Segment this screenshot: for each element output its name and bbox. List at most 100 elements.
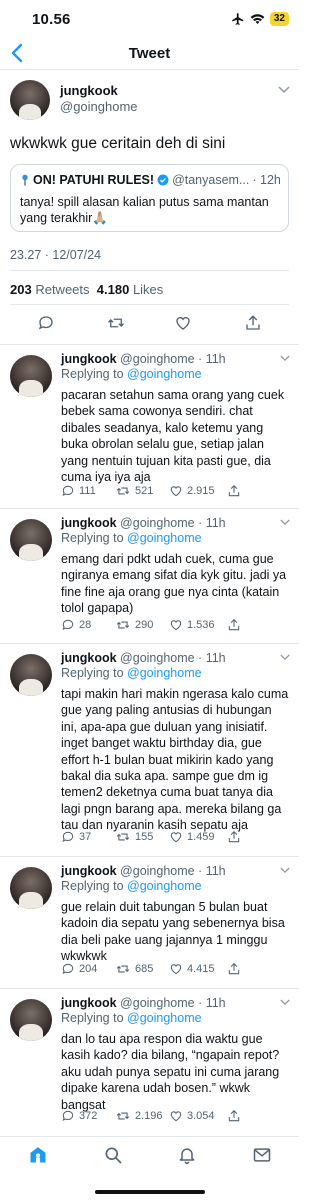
reply-icon[interactable] [61,618,75,632]
retweet-icon[interactable] [115,962,131,976]
reply-actions: 37 155 1.459 [61,830,291,846]
bottom-tab-bar [0,1136,299,1200]
share-icon[interactable] [227,1109,241,1123]
reply-icon[interactable] [61,830,75,844]
chevron-down-icon[interactable] [280,867,290,874]
reply-tweet[interactable]: jungkook @goinghome · 11h Replying to @g… [0,509,299,644]
reply-count: 111 [79,485,96,497]
like-count: 1.536 [187,619,215,631]
chevron-down-icon[interactable] [280,999,290,1006]
retweet-icon[interactable] [115,1109,131,1123]
reply-icon[interactable] [61,1109,75,1123]
avatar[interactable] [10,519,52,561]
reply-author-name: jungkook [61,651,117,665]
main-tweet-author[interactable]: jungkook @goinghome [10,80,290,124]
reply-author-handle: @goinghome · 11h [120,996,226,1010]
like-icon[interactable] [169,962,183,976]
home-indicator [95,1190,205,1194]
retweet-count: 521 [135,485,154,497]
chevron-down-icon[interactable] [278,86,290,94]
avatar[interactable] [10,999,52,1041]
replying-to-label: Replying to [61,1011,124,1025]
retweets-count: 203 [10,282,32,297]
avatar[interactable] [10,654,52,696]
reply-count: 372 [79,1110,98,1122]
reply-tweet[interactable]: jungkook @goinghome · 11h Replying to @g… [0,857,299,989]
avatar[interactable] [10,80,50,120]
reply-header: jungkook @goinghome · 11h [61,996,226,1010]
share-icon[interactable] [227,962,241,976]
chevron-down-icon[interactable] [280,355,290,362]
share-icon[interactable] [227,830,241,844]
replying-to: Replying to @goinghome [61,1011,202,1025]
replying-to-link[interactable]: @goinghome [127,879,202,893]
replying-to-link[interactable]: @goinghome [127,367,202,381]
page-title: Tweet [128,45,171,62]
reply-author-name: jungkook [61,352,117,366]
replying-to: Replying to @goinghome [61,367,202,381]
reply-author-name: jungkook [61,864,117,878]
retweet-icon[interactable] [115,618,131,632]
reply-tweet[interactable]: jungkook @goinghome · 11h Replying to @g… [0,345,299,509]
replying-to: Replying to @goinghome [61,531,202,545]
retweet-icon[interactable] [115,484,131,498]
reply-count: 37 [79,831,92,843]
replying-to: Replying to @goinghome [61,666,202,680]
retweet-count: 155 [135,831,154,843]
reply-actions: 111 521 2.915 [61,484,291,500]
like-count: 2.915 [187,485,215,497]
reply-text: tapi makin hari makin ngerasa kalo cuma … [61,687,289,833]
battery-indicator: 32 [269,12,289,26]
reply-icon[interactable] [37,314,55,332]
avatar[interactable] [10,867,52,909]
reply-count: 204 [79,963,98,975]
reply-author-name: jungkook [61,996,117,1010]
airplane-icon [232,13,244,25]
replying-to-link[interactable]: @goinghome [127,1011,202,1025]
like-icon[interactable] [174,314,192,332]
retweet-icon[interactable] [106,314,126,332]
tweet-stats[interactable]: 203 Retweets 4.180 Likes [10,282,163,297]
like-icon[interactable] [169,1109,183,1123]
like-icon[interactable] [169,618,183,632]
reply-header: jungkook @goinghome · 11h [61,516,226,530]
replying-to-link[interactable]: @goinghome [127,666,202,680]
divider [10,304,289,305]
replying-to-link[interactable]: @goinghome [127,531,202,545]
like-count: 3.054 [187,1110,215,1122]
reply-icon[interactable] [61,484,75,498]
like-icon[interactable] [169,484,183,498]
chevron-down-icon[interactable] [280,519,290,526]
retweet-count: 685 [135,963,154,975]
reply-tweet[interactable]: jungkook @goinghome · 11h Replying to @g… [0,989,299,1136]
mail-icon[interactable] [252,1145,272,1165]
replying-to-label: Replying to [61,666,124,680]
search-icon[interactable] [103,1145,123,1165]
main-tweet-text: wkwkwk gue ceritain deh di sini [10,135,226,152]
reply-header: jungkook @goinghome · 11h [61,352,226,366]
retweet-icon[interactable] [115,830,131,844]
replying-to-label: Replying to [61,367,124,381]
reply-count: 28 [79,619,92,631]
status-time: 10.56 [32,11,71,28]
reply-author-handle: @goinghome · 11h [120,352,226,366]
share-icon[interactable] [227,618,241,632]
bell-icon[interactable] [177,1145,197,1165]
share-icon[interactable] [244,314,262,332]
reply-icon[interactable] [61,962,75,976]
share-icon[interactable] [227,484,241,498]
verified-badge-icon [157,174,169,186]
pin-icon [22,174,28,186]
reply-actions: 204 685 4.415 [61,962,291,978]
tweet-timestamp: 23.27 · 12/07/24 [10,248,102,262]
avatar[interactable] [10,355,52,397]
home-icon[interactable] [28,1145,48,1165]
like-icon[interactable] [169,830,183,844]
quoted-tweet[interactable]: ON! PATUHI RULES! @tanyasem... · 12h tan… [10,164,289,232]
reply-tweet[interactable]: jungkook @goinghome · 11h Replying to @g… [0,644,299,857]
reply-actions: 28 290 1.536 [61,618,291,634]
reply-header: jungkook @goinghome · 11h [61,864,226,878]
chevron-down-icon[interactable] [280,654,290,661]
nav-bar: Tweet [0,38,299,70]
likes-count: 4.180 [96,282,130,297]
